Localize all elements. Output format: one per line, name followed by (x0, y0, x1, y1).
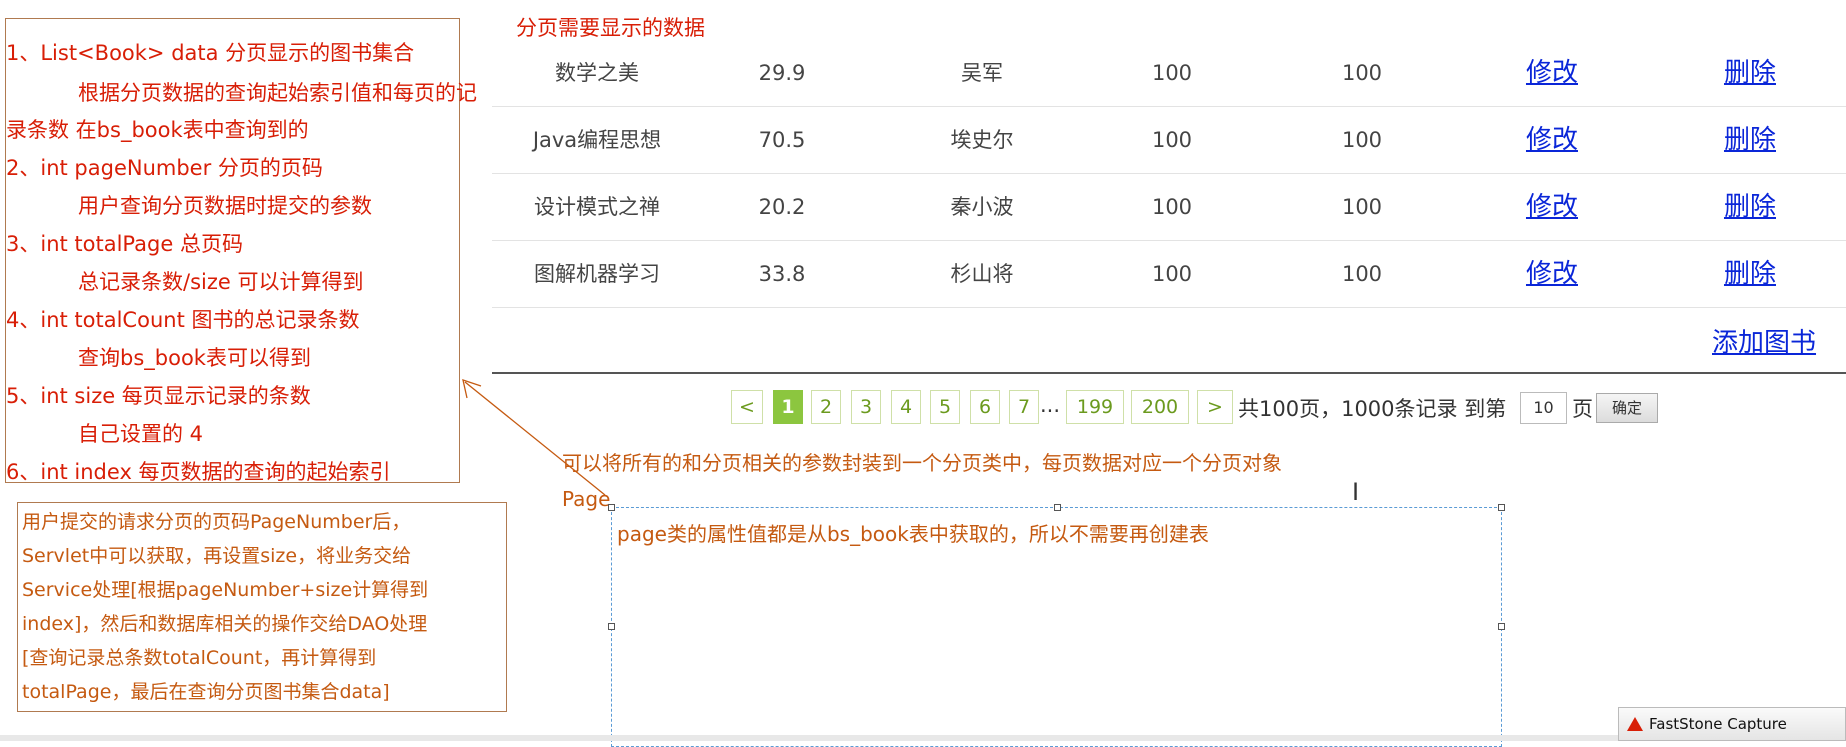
page-button[interactable]: 3 (851, 390, 881, 424)
goto-page-input[interactable]: 10 (1520, 392, 1567, 424)
book-stock: 100 (1341, 195, 1383, 219)
annotation-line: 录条数 在bs_book表中查询到的 (6, 118, 309, 142)
page-button[interactable]: 2 (811, 390, 841, 424)
faststone-capture-taskbar[interactable]: FastStone Capture (1618, 707, 1846, 741)
book-name: 图解机器学习 (534, 262, 660, 286)
delete-link[interactable]: 删除 (1690, 107, 1810, 173)
resize-handle[interactable] (608, 623, 615, 630)
annotation-line: 根据分页数据的查询起始索引值和每页的记 (78, 81, 477, 105)
book-stock: 100 (1341, 262, 1383, 286)
confirm-button[interactable]: 确定 (1596, 393, 1658, 423)
page-button[interactable]: 199 (1066, 390, 1124, 424)
book-sales: 100 (1151, 195, 1193, 219)
edit-link[interactable]: 修改 (1492, 107, 1612, 173)
annotation-line: index]，然后和数据库相关的操作交给DAO处理 (22, 613, 428, 635)
table-row: 设计模式之禅 20.2 秦小波 100 100 修改 删除 (492, 174, 1846, 241)
annotation-box-fields: 1、List<Book> data 分页显示的图书集合 根据分页数据的查询起始索… (5, 18, 477, 484)
book-name: 数学之美 (555, 61, 639, 85)
page-button[interactable]: 4 (891, 390, 921, 424)
page-button[interactable]: 7 (1009, 390, 1039, 424)
book-price: 29.9 (758, 61, 806, 85)
annotation-line: 2、int pageNumber 分页的页码 (6, 156, 323, 180)
annotation-line: Service处理[根据pageNumber+size计算得到 (22, 579, 429, 601)
table-row: 图解机器学习 33.8 杉山将 100 100 修改 删除 (492, 241, 1846, 308)
pagination-ellipsis: ... (1040, 393, 1061, 417)
annotation-line: 用户提交的请求分页的页码PageNumber后， (22, 511, 411, 533)
bottom-bar (0, 735, 1846, 741)
next-page-button[interactable]: > (1197, 390, 1233, 424)
table-row: 数学之美 29.9 吴军 100 100 修改 删除 (492, 40, 1846, 107)
book-stock: 100 (1341, 61, 1383, 85)
book-name: 设计模式之禅 (534, 195, 660, 219)
book-sales: 100 (1151, 262, 1193, 286)
book-price: 70.5 (758, 128, 806, 152)
page-button[interactable]: 6 (970, 390, 1000, 424)
annotation-line: 自己设置的 4 (78, 422, 204, 446)
description-text: 可以将所有的和分页相关的参数封装到一个分页类中，每页数据对应一个分页对象 (562, 451, 1282, 475)
annotation-line: [查询记录总条数totalCount，再计算得到 (22, 647, 377, 669)
book-price: 33.8 (758, 262, 806, 286)
prev-page-button[interactable]: < (731, 390, 763, 424)
book-name: Java编程思想 (532, 128, 662, 152)
page-button[interactable]: 200 (1131, 390, 1189, 424)
taskbar-app-label: FastStone Capture (1649, 715, 1787, 733)
annotation-line: totalPage，最后在查询分页图书集合data] (22, 681, 390, 703)
delete-link[interactable]: 删除 (1690, 241, 1810, 307)
annotation-line: 5、int size 每页显示记录的条数 (6, 384, 311, 408)
text-cursor-icon: I (1352, 478, 1360, 506)
selection-text: page类的属性值都是从bs_book表中获取的，所以不需要再创建表 (617, 522, 1209, 546)
annotation-line: 用户查询分页数据时提交的参数 (78, 194, 372, 218)
book-price: 20.2 (758, 195, 806, 219)
delete-link[interactable]: 删除 (1690, 174, 1810, 240)
table-row: Java编程思想 70.5 埃史尔 100 100 修改 删除 (492, 107, 1846, 174)
annotation-line: 6、int index 每页数据的查询的起始索引 (6, 460, 391, 484)
annotation-box-flow: 用户提交的请求分页的页码PageNumber后， Servlet中可以获取，再设… (17, 502, 507, 712)
resize-handle[interactable] (608, 504, 615, 511)
book-sales: 100 (1151, 61, 1193, 85)
book-author: 埃史尔 (950, 128, 1014, 152)
page-button-current[interactable]: 1 (773, 390, 803, 424)
page-class-label: Page (562, 487, 611, 511)
data-title: 分页需要显示的数据 (516, 16, 705, 40)
faststone-icon (1627, 717, 1643, 731)
annotation-line: Servlet中可以获取，再设置size，将业务交给 (22, 545, 412, 567)
book-stock: 100 (1341, 128, 1383, 152)
resize-handle[interactable] (1498, 504, 1505, 511)
book-sales: 100 (1151, 128, 1193, 152)
delete-link[interactable]: 删除 (1690, 40, 1810, 106)
resize-handle[interactable] (1054, 504, 1061, 511)
page-suffix: 页 (1572, 397, 1593, 421)
page-button[interactable]: 5 (930, 390, 960, 424)
edit-link[interactable]: 修改 (1492, 241, 1612, 307)
annotation-line: 查询bs_book表可以得到 (78, 346, 311, 370)
annotation-line: 3、int totalPage 总页码 (6, 232, 243, 256)
edit-link[interactable]: 修改 (1492, 174, 1612, 240)
book-author: 杉山将 (950, 262, 1014, 286)
book-author: 秦小波 (950, 195, 1014, 219)
annotation-line: 4、int totalCount 图书的总记录条数 (6, 308, 360, 332)
pagination-summary: 共100页，1000条记录 到第 (1238, 397, 1507, 421)
divider (492, 372, 1846, 374)
resize-handle[interactable] (1498, 623, 1505, 630)
annotation-line: 总记录条数/size 可以计算得到 (78, 270, 364, 294)
edit-link[interactable]: 修改 (1492, 40, 1612, 106)
book-author: 吴军 (961, 61, 1003, 85)
annotation-line: 1、List<Book> data 分页显示的图书集合 (6, 41, 415, 65)
add-book-link[interactable]: 添加图书 (1712, 322, 1816, 359)
